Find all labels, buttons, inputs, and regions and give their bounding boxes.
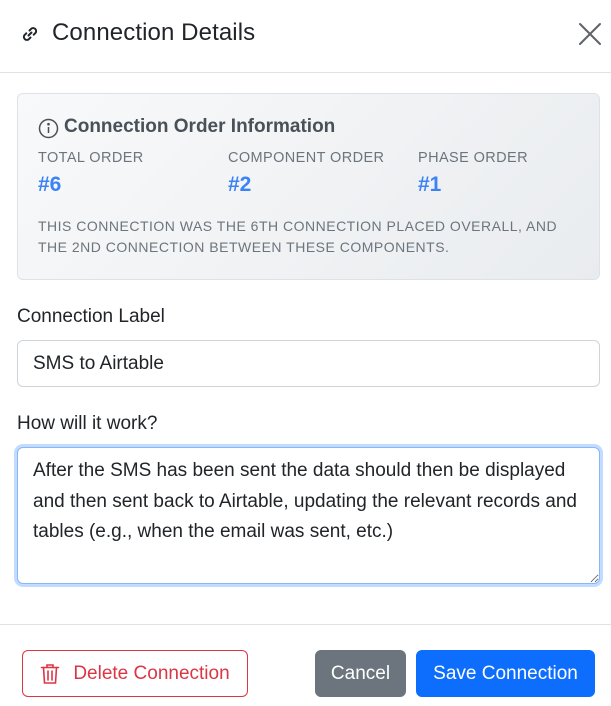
trash-icon bbox=[41, 663, 60, 684]
stat-label: PHASE ORDER bbox=[418, 150, 528, 166]
stat-label: COMPONENT ORDER bbox=[228, 150, 385, 166]
how-it-works-label: How will it work? bbox=[17, 413, 158, 434]
info-icon bbox=[38, 118, 59, 139]
stat-value: #6 bbox=[38, 173, 62, 196]
total-order-stat: TOTAL ORDER #6 bbox=[38, 150, 144, 197]
phase-order-stat: PHASE ORDER #1 bbox=[418, 150, 528, 197]
connection-label-input[interactable] bbox=[17, 340, 600, 387]
stat-value: #1 bbox=[418, 173, 442, 196]
connection-label-label: Connection Label bbox=[17, 306, 165, 327]
connection-order-card: Connection Order Information TOTAL ORDER… bbox=[17, 93, 600, 280]
modal-header: Connection Details bbox=[0, 0, 611, 73]
delete-label: Delete Connection bbox=[73, 662, 230, 684]
order-note: THIS CONNECTION WAS THE 6TH CONNECTION P… bbox=[38, 218, 558, 255]
cancel-button[interactable]: Cancel bbox=[315, 650, 406, 697]
stat-value: #2 bbox=[228, 173, 252, 196]
stat-label: TOTAL ORDER bbox=[38, 150, 144, 166]
save-connection-button[interactable]: Save Connection bbox=[416, 650, 595, 697]
card-title: Connection Order Information bbox=[64, 116, 336, 137]
how-it-works-textarea[interactable]: After the SMS has been sent the data sho… bbox=[17, 447, 600, 584]
link-icon bbox=[22, 27, 38, 41]
close-icon[interactable] bbox=[577, 21, 603, 47]
component-order-stat: COMPONENT ORDER #2 bbox=[228, 150, 384, 197]
delete-connection-button[interactable]: Delete Connection bbox=[22, 650, 248, 697]
modal-title: Connection Details bbox=[52, 19, 256, 46]
